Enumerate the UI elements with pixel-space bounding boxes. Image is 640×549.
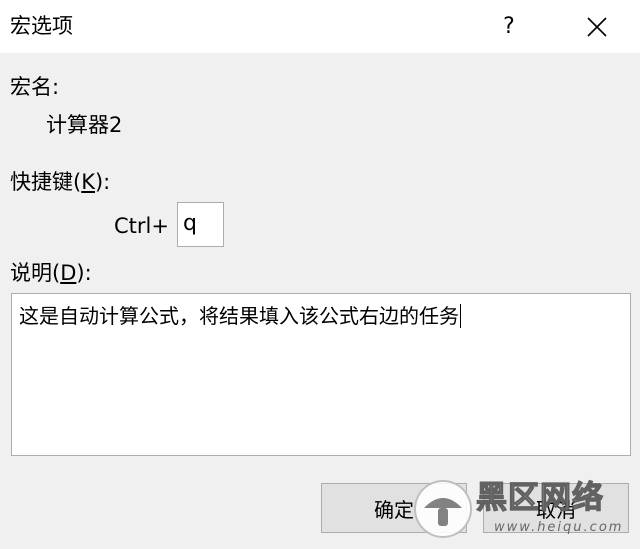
shortcut-label: 快捷键(K): [10, 168, 110, 196]
shortcut-label-prefix: 快捷键( [10, 170, 82, 194]
help-icon: ? [503, 14, 515, 39]
cancel-button-label: 取消 [536, 497, 576, 522]
cancel-button[interactable]: 取消 [483, 483, 629, 533]
ok-button-label: 确定 [374, 497, 414, 522]
shortcut-key-input[interactable]: q [177, 202, 224, 247]
description-label: 说明(D): [10, 259, 92, 287]
shortcut-accelerator-key: K [81, 170, 95, 194]
description-label-prefix: 说明( [10, 261, 61, 285]
text-caret [460, 304, 461, 328]
macro-name-label: 宏名: [10, 75, 60, 99]
help-button[interactable]: ? [486, 0, 532, 53]
description-text: 这是自动计算公式，将结果填入该公式右边的任务 [19, 304, 459, 328]
dialog-title: 宏选项 [10, 14, 73, 38]
macro-name-value: 计算器2 [46, 113, 123, 137]
description-label-suffix: ): [76, 261, 92, 285]
description-textarea[interactable]: 这是自动计算公式，将结果填入该公式右边的任务 [11, 293, 631, 456]
close-icon [587, 16, 607, 37]
description-accelerator-key: D [60, 261, 77, 285]
shortcut-label-suffix: ): [94, 170, 111, 194]
close-button[interactable] [574, 0, 620, 53]
ctrl-prefix-label: Ctrl+ [114, 214, 169, 238]
title-bar: 宏选项 ? [0, 0, 640, 53]
ok-button[interactable]: 确定 [321, 483, 467, 533]
